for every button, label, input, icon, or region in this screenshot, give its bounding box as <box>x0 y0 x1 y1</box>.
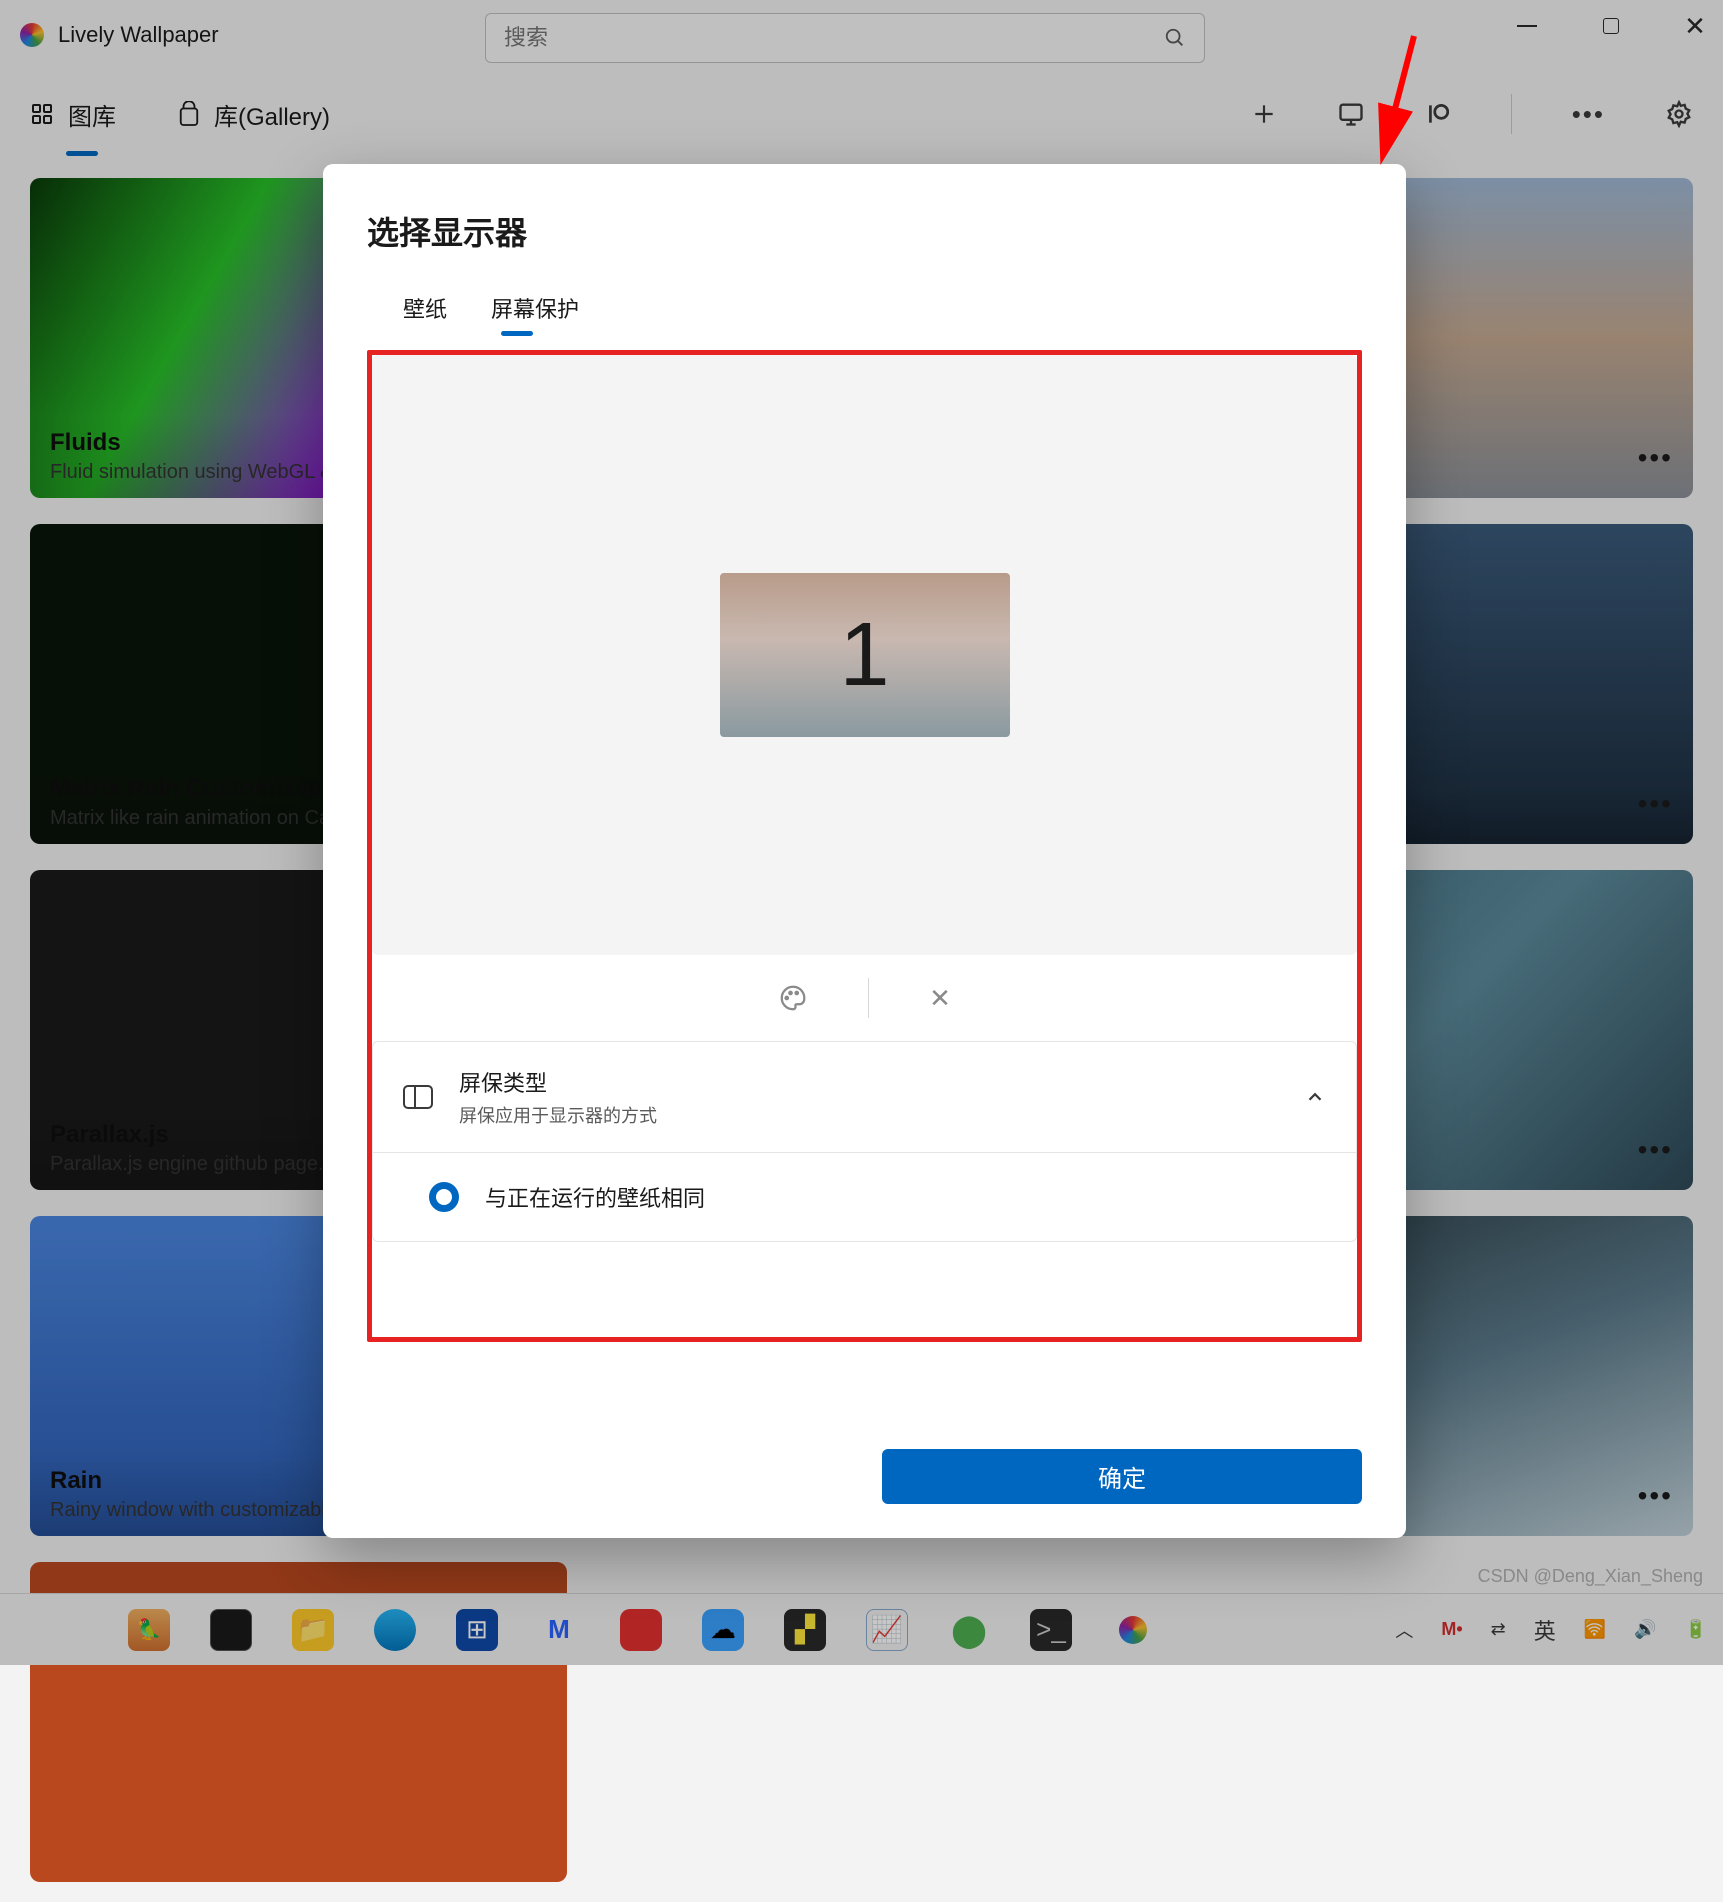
dialog-tab-screensaver[interactable]: 屏幕保护 <box>491 292 579 332</box>
layout-icon <box>403 1085 433 1109</box>
dialog-tab-wallpaper[interactable]: 壁纸 <box>403 292 447 332</box>
chevron-up-icon <box>1304 1086 1326 1108</box>
separator <box>868 978 869 1018</box>
select-display-dialog: 选择显示器 壁纸 屏幕保护 1 ✕ 屏保类型 屏保应用于显示器的方式 与正在运行… <box>323 164 1406 1538</box>
remove-button[interactable]: ✕ <box>929 983 951 1014</box>
setting-title: 屏保类型 <box>459 1066 1278 1098</box>
radio-selected-icon <box>429 1182 459 1212</box>
radio-label: 与正在运行的壁纸相同 <box>485 1181 705 1213</box>
palette-icon <box>778 983 808 1013</box>
setting-subtitle: 屏保应用于显示器的方式 <box>459 1102 1278 1128</box>
annotation-highlight-box: 1 ✕ 屏保类型 屏保应用于显示器的方式 与正在运行的壁纸相同 <box>367 350 1362 1342</box>
ok-button[interactable]: 确定 <box>882 1449 1362 1504</box>
monitor-thumbnail[interactable]: 1 <box>720 573 1010 737</box>
radio-option-same-as-wallpaper[interactable]: 与正在运行的壁纸相同 <box>372 1153 1357 1242</box>
display-preview-area: 1 <box>372 355 1357 955</box>
screensaver-type-row[interactable]: 屏保类型 屏保应用于显示器的方式 <box>372 1041 1357 1153</box>
customize-button[interactable] <box>778 983 808 1013</box>
monitor-number: 1 <box>839 604 889 707</box>
dialog-title: 选择显示器 <box>367 208 1362 254</box>
annotation-arrow <box>1370 26 1430 166</box>
